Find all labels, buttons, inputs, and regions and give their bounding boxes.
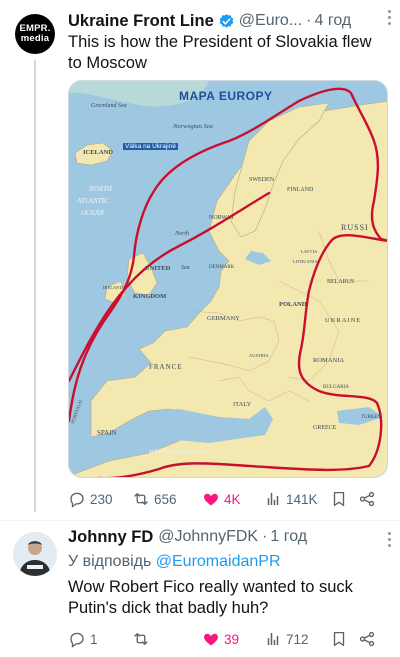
views-icon bbox=[267, 633, 279, 645]
label-iceland: ICELAND bbox=[83, 149, 113, 156]
reply-author-avatar[interactable] bbox=[13, 532, 57, 576]
replying-to-prefix: У відповідь bbox=[68, 553, 152, 570]
heart-icon bbox=[204, 493, 218, 506]
label-north-atlantic-1: NORTH bbox=[89, 185, 112, 193]
tweet-text: This is how the President of Slovakia fl… bbox=[68, 33, 372, 72]
views-count: 141K bbox=[286, 491, 318, 507]
heart-icon bbox=[204, 633, 218, 646]
author-avatar[interactable]: EMPR. media bbox=[15, 14, 55, 54]
label-war: Válka na Ukrajině bbox=[123, 143, 178, 150]
reply-button[interactable]: 230 bbox=[68, 490, 113, 508]
label-latvia: LATVIA bbox=[301, 249, 318, 254]
label-greenland-sea: Greenland Sea bbox=[91, 103, 127, 109]
reply-actions: 1 39 712 bbox=[68, 628, 380, 650]
label-north-atlantic-2: ATLANTIC bbox=[77, 197, 109, 205]
label-greece: GREECE bbox=[313, 425, 337, 431]
reply-more-options-icon[interactable] bbox=[386, 532, 392, 550]
repost-count: 656 bbox=[154, 491, 177, 507]
share-icon bbox=[359, 631, 375, 647]
reply-like-button[interactable]: 39 bbox=[202, 630, 239, 648]
label-ireland: IRELAND bbox=[103, 285, 123, 290]
views-icon bbox=[267, 493, 279, 505]
reply-repost-button[interactable] bbox=[132, 630, 154, 648]
label-italy: ITALY bbox=[233, 401, 252, 408]
label-ukraine: UKRAINE bbox=[325, 317, 362, 324]
person-avatar-icon bbox=[13, 532, 57, 576]
map-title-label: MAPA EUROPY bbox=[179, 89, 273, 103]
label-germany: GERMANY bbox=[207, 315, 240, 322]
share-icon bbox=[359, 491, 375, 507]
label-norwegian-sea: Norwegian Sea bbox=[173, 123, 213, 130]
reply-author-name[interactable]: Johnny FD bbox=[68, 528, 153, 547]
label-finland: FINLAND bbox=[287, 187, 314, 193]
map-labels: MAPA EUROPY Greenland Sea Norwegian Sea … bbox=[69, 81, 387, 477]
reply-share-button[interactable] bbox=[358, 630, 376, 648]
label-poland: POLAND bbox=[279, 301, 307, 308]
reply-header: Johnny FD @JohnnyFDK · 1 год bbox=[68, 526, 307, 548]
verified-badge-icon bbox=[219, 13, 234, 28]
thread-line bbox=[34, 60, 36, 512]
reply-views-count: 712 bbox=[286, 631, 309, 647]
label-sweden: SWEDEN bbox=[249, 177, 274, 183]
more-options-icon[interactable] bbox=[386, 10, 392, 28]
reply-text: Wow Robert Fico really wanted to suck Pu… bbox=[68, 578, 353, 617]
repost-icon bbox=[134, 493, 148, 505]
tweet-actions: 230 656 4K 141K bbox=[68, 488, 380, 510]
author-handle[interactable]: @Euro... bbox=[239, 12, 302, 30]
reply-icon bbox=[70, 492, 84, 508]
label-north-sea-2: Sea bbox=[181, 265, 190, 271]
reply-like-count: 39 bbox=[224, 631, 240, 647]
like-count: 4K bbox=[224, 491, 241, 507]
bookmark-icon bbox=[333, 491, 345, 507]
reply-views-button[interactable]: 712 bbox=[264, 630, 309, 648]
tweet-header: Ukraine Front Line @Euro... · 4 год bbox=[68, 10, 388, 32]
reply-author-handle[interactable]: @JohnnyFDK bbox=[158, 528, 258, 546]
reply-reply-button[interactable]: 1 bbox=[68, 630, 98, 648]
label-spain: SPAIN bbox=[97, 429, 117, 437]
label-denmark: DENMARK bbox=[209, 265, 235, 270]
replying-to: У відповідь @EuromaidanPR bbox=[68, 553, 281, 571]
bookmark-icon bbox=[333, 631, 345, 647]
label-united: UNITED bbox=[145, 265, 171, 272]
avatar-text-bottom: media bbox=[20, 33, 50, 44]
map-image[interactable]: MAPA EUROPY Greenland Sea Norwegian Sea … bbox=[68, 80, 388, 478]
reply-bookmark-button[interactable] bbox=[330, 630, 348, 648]
label-portugal: PORTUGAL bbox=[71, 398, 85, 425]
views-button[interactable]: 141K bbox=[264, 490, 318, 508]
replying-to-mention[interactable]: @EuromaidanPR bbox=[156, 553, 281, 570]
like-button[interactable]: 4K bbox=[202, 490, 241, 508]
reply-icon bbox=[70, 632, 84, 648]
label-turkey: TURKEY bbox=[361, 415, 382, 420]
reply-reply-count: 1 bbox=[90, 631, 98, 647]
author-name[interactable]: Ukraine Front Line bbox=[68, 12, 214, 31]
separator-dot: · bbox=[306, 12, 312, 29]
label-kingdom: KINGDOM bbox=[133, 293, 167, 300]
label-mediterranean: MEDITERRANEAN SEA bbox=[149, 449, 213, 455]
label-north-atlantic-3: OCEAN bbox=[81, 209, 104, 217]
share-button[interactable] bbox=[358, 490, 376, 508]
label-romania: ROMANIA bbox=[313, 357, 345, 364]
label-bulgaria: BULGARIA bbox=[323, 385, 349, 390]
label-norway: NORWAY bbox=[209, 215, 235, 221]
label-austria: AUSTRIA bbox=[249, 353, 269, 358]
repost-button[interactable]: 656 bbox=[132, 490, 177, 508]
post-time[interactable]: 4 год bbox=[314, 12, 351, 30]
label-belarus: BELARUS bbox=[327, 279, 355, 285]
tweet-divider bbox=[0, 520, 400, 521]
repost-icon bbox=[134, 633, 148, 645]
label-lithuania: LITHUANIA bbox=[293, 259, 318, 264]
label-france: FRANCE bbox=[149, 363, 183, 371]
bookmark-button[interactable] bbox=[330, 490, 348, 508]
reply-count: 230 bbox=[90, 491, 113, 507]
label-north-sea-1: North bbox=[175, 231, 190, 237]
label-russia: RUSSI bbox=[341, 223, 369, 232]
reply-time[interactable]: 1 год bbox=[270, 528, 307, 546]
reply-separator-dot: · bbox=[262, 528, 268, 545]
